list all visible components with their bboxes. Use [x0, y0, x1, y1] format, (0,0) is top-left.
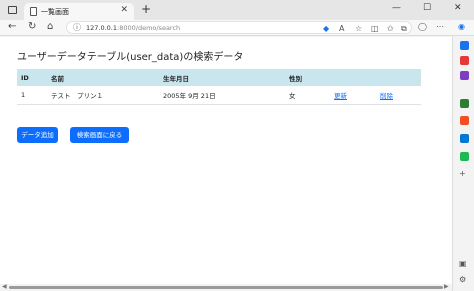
table-row: 1 テスト プリン１ 2005年 9月 21日 女 更新 削除	[17, 86, 421, 105]
cell-delete: 削除	[376, 86, 421, 105]
window-menu-icon[interactable]	[8, 6, 17, 14]
more-menu-icon[interactable]: ⋯	[436, 22, 444, 31]
scroll-right-icon[interactable]: ▶	[444, 283, 449, 290]
scroll-left-icon[interactable]: ◀	[2, 283, 7, 290]
back-to-search-button[interactable]: 検索画面に戻る	[70, 127, 129, 143]
maximize-button[interactable]: ☐	[423, 3, 431, 13]
search-icon[interactable]	[460, 41, 469, 50]
browser-toolbar: ← ↻ ⌂ ⓘ 127.0.0.1:8000/demo/search ◆ A ☆…	[0, 20, 474, 36]
outlook-icon[interactable]	[460, 134, 469, 143]
browser-sidebar: + ▣ ⚙	[452, 36, 474, 291]
site-info-icon[interactable]: ⓘ	[73, 22, 81, 33]
spotify-icon[interactable]	[460, 152, 469, 161]
page-icon	[30, 7, 37, 16]
profile-icon[interactable]: ◯	[418, 22, 427, 31]
column-header-gender: 性別	[289, 74, 302, 83]
refresh-icon[interactable]: ↻	[28, 21, 36, 32]
horizontal-scrollbar[interactable]: ◀ ▶	[0, 283, 452, 291]
read-aloud-icon[interactable]: A	[339, 24, 344, 33]
url-text: 127.0.0.1:8000/demo/search	[86, 24, 181, 32]
home-icon[interactable]: ⌂	[47, 21, 53, 32]
tab-close-icon[interactable]: ✕	[120, 5, 128, 15]
column-header-id: ID	[21, 73, 29, 82]
copilot-icon[interactable]: ◉	[458, 22, 465, 31]
shopping-icon[interactable]	[460, 56, 469, 65]
favorite-star-icon[interactable]: ☆	[355, 24, 362, 33]
tab-title: 一覧画面	[41, 8, 69, 16]
minimize-button[interactable]: —	[392, 3, 401, 13]
tag-icon[interactable]: ◆	[323, 24, 329, 33]
column-header-name: 名前	[51, 74, 64, 83]
tools-icon[interactable]	[460, 71, 469, 80]
page-content: ユーザーデータテーブル(user_data)の検索データ ID 名前 生年月日 …	[0, 37, 452, 284]
column-header-delete	[376, 69, 421, 86]
settings-gear-icon[interactable]: ⚙	[459, 275, 466, 284]
delete-link[interactable]: 削除	[380, 92, 393, 100]
new-tab-button[interactable]: +	[141, 2, 151, 16]
split-screen-icon[interactable]: ◫	[371, 24, 379, 33]
office-icon[interactable]	[460, 116, 469, 125]
sidebar-layout-icon[interactable]: ▣	[459, 259, 467, 268]
add-data-button[interactable]: データ追加	[17, 127, 58, 143]
title-bar: 一覧画面 ✕ + — ☐ ✕	[0, 0, 474, 20]
user-data-table: ID 名前 生年月日 性別 1 テスト プリン１ 2005年 9月 21日 女 …	[17, 69, 421, 105]
column-header-edit	[330, 69, 376, 86]
back-arrow-icon[interactable]: ←	[8, 21, 16, 32]
cell-id: 1	[17, 86, 47, 105]
add-sidebar-app-icon[interactable]: +	[459, 169, 466, 178]
cell-name: テスト プリン１	[47, 86, 159, 105]
games-icon[interactable]	[460, 99, 469, 108]
collections-icon[interactable]: ⧉	[401, 24, 407, 34]
scrollbar-thumb[interactable]	[9, 286, 443, 289]
table-header-row: ID 名前 生年月日 性別	[17, 69, 421, 86]
cell-edit: 更新	[330, 86, 376, 105]
column-header-birthdate: 生年月日	[163, 74, 189, 83]
cell-gender: 女	[285, 86, 330, 105]
edit-link[interactable]: 更新	[334, 92, 347, 100]
close-window-button[interactable]: ✕	[454, 3, 462, 13]
browser-tab[interactable]: 一覧画面 ✕	[24, 3, 134, 20]
address-bar[interactable]: ⓘ 127.0.0.1:8000/demo/search ◆ A ☆ ◫ ✩ ⧉	[66, 21, 412, 34]
page-title: ユーザーデータテーブル(user_data)の検索データ	[17, 52, 244, 63]
favorites-icon[interactable]: ✩	[387, 24, 394, 33]
cell-birthdate: 2005年 9月 21日	[159, 86, 285, 105]
